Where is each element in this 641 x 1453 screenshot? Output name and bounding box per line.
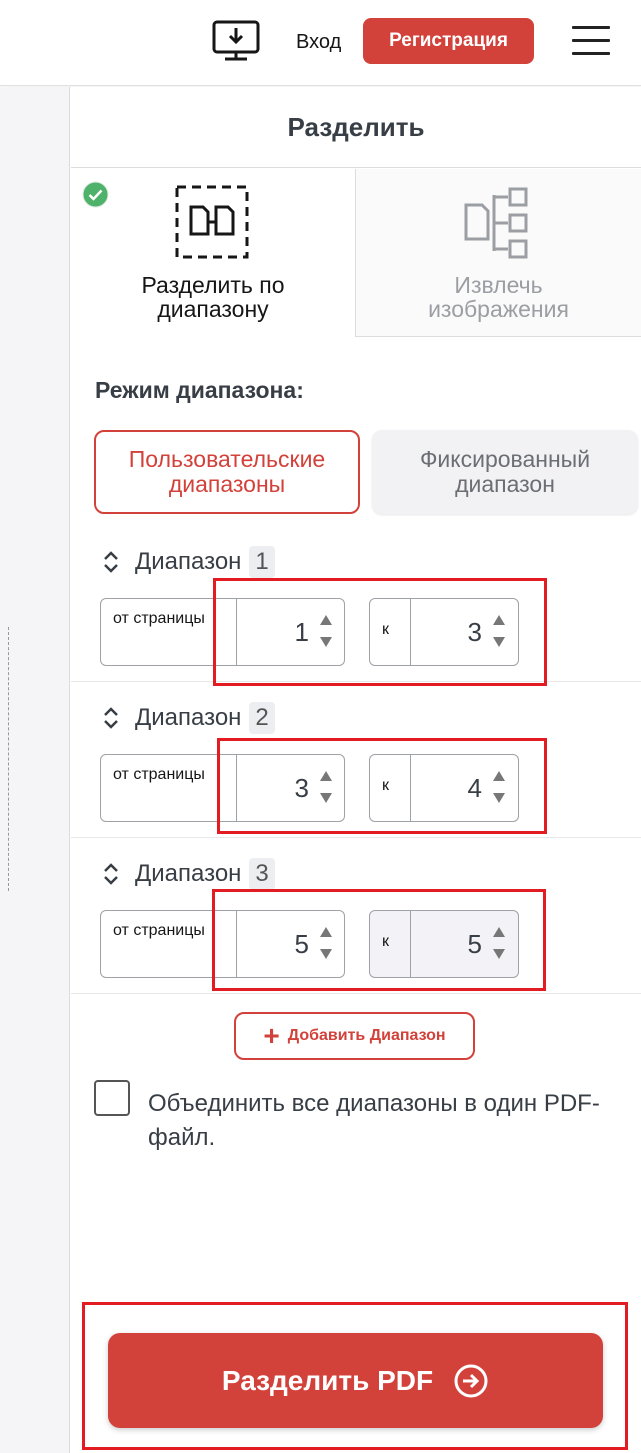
tab-extract-images-label: Извлечь изображения [428,272,569,322]
panel-title: Разделить [71,87,641,168]
fixed-range-button[interactable]: Фиксированный диапазон [372,430,638,514]
highlight-box [217,738,547,834]
highlight-box [212,889,546,991]
from-page-label: от страницы [113,766,205,783]
reorder-icon[interactable] [101,549,121,575]
merge-ranges-checkbox[interactable] [94,1080,130,1116]
tab-split-by-range-label: Разделить по диапазону [141,272,285,322]
range-mode-heading: Режим диапазона: [95,377,304,403]
reorder-icon[interactable] [101,861,121,887]
range-title: Диапазон [135,860,242,887]
page-outline [8,627,10,891]
add-range-label: Добавить Диапазон [287,1027,446,1044]
range-number-badge: 3 [249,858,275,890]
merge-ranges-label: Объединить все диапазоны в один PDF-файл… [148,1090,600,1151]
highlight-box [82,1302,628,1450]
reorder-icon[interactable] [101,705,121,731]
split-range-icon [175,185,249,259]
plus-icon: + [263,1020,280,1051]
range-number-badge: 2 [249,702,275,734]
extract-images-icon [464,187,528,259]
login-link[interactable]: Вход [296,31,341,54]
top-header: Вход Регистрация [0,0,641,86]
desktop-download-icon[interactable] [211,20,261,62]
split-mode-tabs: Разделить по диапазону Извлечь изображен… [71,169,641,337]
range-header: Диапазон 3 [101,858,275,890]
highlight-box [213,578,547,686]
range-title: Диапазон [135,704,242,731]
add-range-button[interactable]: + Добавить Диапазон [234,1012,475,1060]
register-button[interactable]: Регистрация [363,18,534,64]
check-circle-icon [82,181,109,208]
tab-extract-images[interactable]: Извлечь изображения [355,169,641,337]
hamburger-menu-icon[interactable] [572,26,610,56]
range-header: Диапазон 1 [101,546,275,578]
document-preview-area [0,87,70,1453]
tab-split-by-range[interactable]: Разделить по диапазону [71,169,355,337]
range-header: Диапазон 2 [101,702,275,734]
range-title: Диапазон [135,548,242,575]
custom-ranges-button[interactable]: Пользовательские диапазоны [94,430,360,514]
range-number-badge: 1 [249,546,275,578]
